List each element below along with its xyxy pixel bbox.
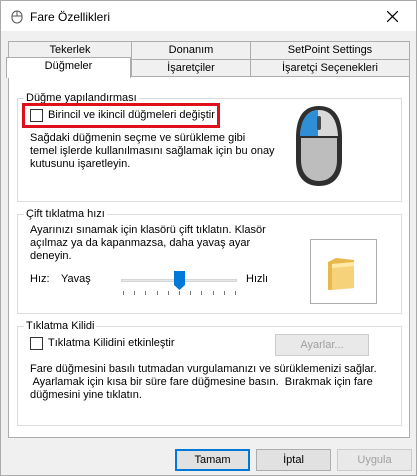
- description-line: Ayarınızı sınamak için klasörü çift tıkl…: [30, 224, 266, 236]
- group-title: Çift tıklatma hızı: [24, 208, 107, 220]
- slider-tick: [168, 291, 169, 295]
- button-config-description: Sağdaki düğmenin seçme ve sürükleme gibi…: [30, 132, 275, 171]
- apply-button[interactable]: Uygula: [337, 449, 412, 471]
- mouse-icon: [11, 10, 23, 24]
- slider-tick: [123, 291, 124, 295]
- slow-label: Yavaş: [61, 273, 91, 285]
- mouse-properties-window: Fare Özellikleri Tekerlek Donanım SetPoi…: [0, 0, 417, 476]
- description-line: kutusunu işaretleyin.: [30, 158, 131, 170]
- description-line: deneyin.: [30, 250, 72, 262]
- group-title: Tıklatma Kilidi: [24, 320, 97, 332]
- tab-label: SetPoint Settings: [287, 44, 373, 56]
- tab-setpoint-settings[interactable]: SetPoint Settings: [250, 41, 410, 60]
- tab-label: İşaretçiler: [167, 62, 215, 74]
- description-line: temel işlerde kullanılmasını sağlamak iç…: [30, 145, 275, 157]
- tab-buttons[interactable]: Düğmeler: [6, 57, 131, 78]
- click-lock-description: Fare düğmesini basılı tutmadan vurgulama…: [30, 363, 377, 402]
- tab-label: İşaretçi Seçenekleri: [282, 62, 378, 74]
- tab-label: Donanım: [168, 44, 214, 56]
- slider-tick: [190, 291, 191, 295]
- slider-tick: [157, 291, 158, 295]
- mouse-image: [293, 104, 345, 191]
- slider-tick: [201, 291, 202, 295]
- slider-tick: [235, 291, 236, 295]
- slider-tick: [145, 291, 146, 295]
- highlight-box: [22, 103, 220, 128]
- description-line: Ayarlamak için kısa bir süre fare düğmes…: [30, 376, 373, 388]
- tab-hardware[interactable]: Donanım: [131, 41, 251, 60]
- slider-tick: [224, 291, 225, 295]
- cancel-button[interactable]: İptal: [256, 449, 331, 471]
- speed-slider-thumb[interactable]: [174, 271, 185, 294]
- title-bar: Fare Özellikleri: [1, 1, 416, 31]
- click-lock-label[interactable]: Tıklatma Kilidini etkinleştir: [48, 337, 175, 349]
- ok-button[interactable]: Tamam: [175, 449, 250, 471]
- click-lock-checkbox[interactable]: [30, 337, 43, 350]
- click-lock-settings-button[interactable]: Ayarlar...: [275, 334, 369, 356]
- slider-tick: [134, 291, 135, 295]
- close-button[interactable]: [370, 1, 416, 31]
- tab-label: Tekerlek: [49, 44, 91, 56]
- description-line: açılmaz ya da kapanmazsa, daha yavaş aya…: [30, 237, 251, 249]
- description-line: Sağdaki düğmenin seçme ve sürükleme gibi: [30, 132, 246, 144]
- window-title: Fare Özellikleri: [30, 10, 111, 24]
- description-line: düğmesini yine tıklatın.: [30, 389, 142, 401]
- description-line: Fare düğmesini basılı tutmadan vurgulama…: [30, 363, 377, 375]
- tab-label: Düğmeler: [44, 60, 93, 72]
- folder-icon: [328, 258, 354, 290]
- double-click-description: Ayarınızı sınamak için klasörü çift tıkl…: [30, 224, 266, 263]
- close-icon: [387, 11, 398, 22]
- fast-label: Hızlı: [246, 273, 268, 285]
- speed-label: Hız:: [30, 273, 50, 285]
- slider-tick: [213, 291, 214, 295]
- test-folder-box[interactable]: [310, 239, 377, 304]
